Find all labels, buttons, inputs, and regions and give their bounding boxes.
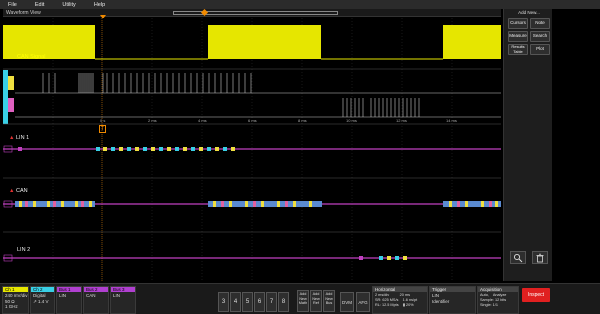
acquisition-single: Single: 1/1 [480, 303, 498, 307]
add-new-header: Add New... [518, 10, 540, 15]
measure-button[interactable]: Measure [508, 31, 528, 42]
bus3-badge[interactable]: Bus 3 LIN [110, 286, 136, 314]
bus3-type: LIN [113, 293, 121, 298]
channel-8-button[interactable]: 8 [278, 292, 289, 312]
time-tick-12: 12 ms [396, 118, 407, 123]
inspect-button[interactable]: Inspect [522, 288, 550, 302]
bus2-type: CAN [86, 293, 96, 298]
bus1-badge[interactable]: Bus 1 LIN [56, 286, 82, 314]
results-table-button[interactable]: Results Table [508, 44, 528, 55]
can-label-text: CAN [15, 188, 28, 194]
time-tick-14: 14 ms [446, 118, 457, 123]
channel-4-button[interactable]: 4 [230, 292, 241, 312]
bus1-type: LIN [59, 293, 67, 298]
can-label: ▲ CAN [9, 188, 28, 194]
note-button[interactable]: Note [530, 18, 550, 29]
ch2-badge[interactable]: Ch 2 Digital ↗ 1.4 V [30, 286, 55, 314]
channel-7-button[interactable]: 7 [266, 292, 277, 312]
trigger-marker[interactable]: T [99, 125, 107, 133]
ch1-badge[interactable]: Ch 1 240 mV/div 50 Ω1 GHz [2, 286, 29, 314]
ch1-scale: 240 mV/div [5, 293, 28, 298]
time-tick-4: 4 ms [198, 118, 207, 123]
time-tick-2: 2 ms [148, 118, 157, 123]
cursors-button[interactable]: Cursors [508, 18, 528, 29]
ch1-bandwidth: 1 GHz [5, 304, 18, 309]
settings-bar: Ch 1 240 mV/div 50 Ω1 GHz Ch 2 Digital ↗ 1… [0, 283, 600, 314]
channel-6-button[interactable]: 6 [254, 292, 265, 312]
time-tick-0: 0 s [100, 118, 106, 123]
can-signal-label: CAN Signal [17, 54, 46, 60]
waveform-view-title: Waveform View [6, 10, 41, 16]
waveform-graticule [3, 18, 501, 282]
menu-help[interactable]: Help [94, 2, 105, 8]
lin1-label-text: LIN 1 [15, 135, 30, 141]
waveform-view-header: Waveform View [3, 8, 501, 17]
lin2-label: LIN 2 [17, 247, 31, 253]
add-new-bus-button[interactable]: Add New Bus [323, 290, 335, 312]
lin1-bus-trace [3, 145, 501, 153]
menu-utility[interactable]: Utility [62, 2, 75, 8]
plot-button[interactable]: Plot [530, 44, 550, 55]
add-new-ref-button[interactable]: Add New Ref [310, 290, 322, 312]
trigger-condition: Identifier [432, 298, 450, 304]
record-view-scroller[interactable] [173, 11, 338, 15]
channel-3-button[interactable]: 3 [218, 292, 229, 312]
ch2-threshold: ↗ 1.4 V [33, 298, 49, 304]
time-tick-10: 10 ms [346, 118, 357, 123]
search-button[interactable]: Search [530, 31, 550, 42]
bus2-badge[interactable]: Bus 2 CAN [83, 286, 109, 314]
channel-5-button[interactable]: 5 [242, 292, 253, 312]
waveform-area[interactable]: CAN Signal 0 s 2 ms 4 ms 6 ms 8 ms 10 ms… [3, 18, 501, 282]
add-new-math-button[interactable]: Add New Math [297, 290, 309, 312]
acquisition-badge[interactable]: Acquisition Auto, Analyze Sample: 12 bits… [477, 286, 519, 314]
warning-icon: ▲ [9, 135, 15, 141]
zoom-icon[interactable] [510, 251, 526, 264]
can-signal-trace [3, 25, 501, 59]
time-tick-8: 8 ms [298, 118, 307, 123]
results-bar: Add New... Cursors Note Measure Search R… [503, 9, 552, 281]
menu-edit[interactable]: Edit [35, 2, 44, 8]
trigger-badge[interactable]: Trigger LIN Identifier [429, 286, 476, 314]
menu-bar: File Edit Utility Help [0, 0, 600, 9]
digital-trace [15, 73, 501, 118]
horizontal-record-length: RL: 12.5 Mpts ▮ 20% [375, 303, 414, 307]
time-tick-6: 6 ms [248, 118, 257, 123]
dvm-button[interactable]: DVM [340, 292, 354, 312]
menu-file[interactable]: File [8, 2, 17, 8]
warning-icon: ▲ [9, 188, 15, 194]
horizontal-badge[interactable]: Horizontal 2 ms/div 20 ms SR: 625 MS/s 1.… [372, 286, 428, 314]
trash-icon[interactable] [532, 251, 548, 264]
lin1-label: ▲ LIN 1 [9, 135, 29, 141]
afg-button[interactable]: AFG [356, 292, 370, 312]
